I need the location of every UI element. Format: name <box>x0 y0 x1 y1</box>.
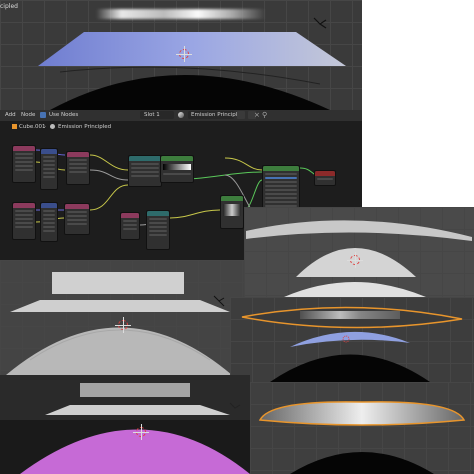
mapping-node-bottom[interactable] <box>40 202 58 242</box>
selected-lens-object <box>241 306 463 382</box>
3d-cursor-right-top[interactable] <box>347 252 363 268</box>
viewport-right-middle[interactable] <box>230 297 474 382</box>
magenta-sphere-scene <box>0 375 250 474</box>
color-ramp-node[interactable] <box>160 155 194 183</box>
camera-gizmo-icon[interactable] <box>228 401 242 415</box>
texture-coordinate-node[interactable] <box>12 145 36 183</box>
viewport-top[interactable]: cipled <box>0 0 362 110</box>
view-gizmo-icon[interactable] <box>212 294 226 308</box>
material-output-node[interactable] <box>314 170 336 186</box>
viewport-middle-left[interactable] <box>0 260 244 375</box>
3d-cursor-bottom[interactable] <box>133 424 149 440</box>
viewport-right-top[interactable] <box>244 207 474 297</box>
viewport-bottom-left[interactable] <box>0 375 250 474</box>
texture-coordinate-node-2[interactable] <box>12 202 36 240</box>
gradient-texture-node-top[interactable] <box>66 151 90 185</box>
math-node-bottom-b[interactable] <box>146 210 170 250</box>
dome-object <box>6 272 232 375</box>
mapping-node-top[interactable] <box>40 148 58 190</box>
3d-cursor-middle[interactable] <box>115 317 131 333</box>
gradient-texture-node-bottom[interactable] <box>64 203 90 235</box>
camera-icon[interactable] <box>312 16 328 32</box>
image-texture-node[interactable] <box>220 195 244 229</box>
math-node-top[interactable] <box>128 155 162 187</box>
flat-lens-object <box>258 401 466 474</box>
lens-object-top <box>246 220 472 297</box>
3d-cursor-top[interactable] <box>176 46 192 62</box>
viewport-bottom-right[interactable] <box>250 382 474 474</box>
math-node-bottom-a[interactable] <box>120 212 140 240</box>
